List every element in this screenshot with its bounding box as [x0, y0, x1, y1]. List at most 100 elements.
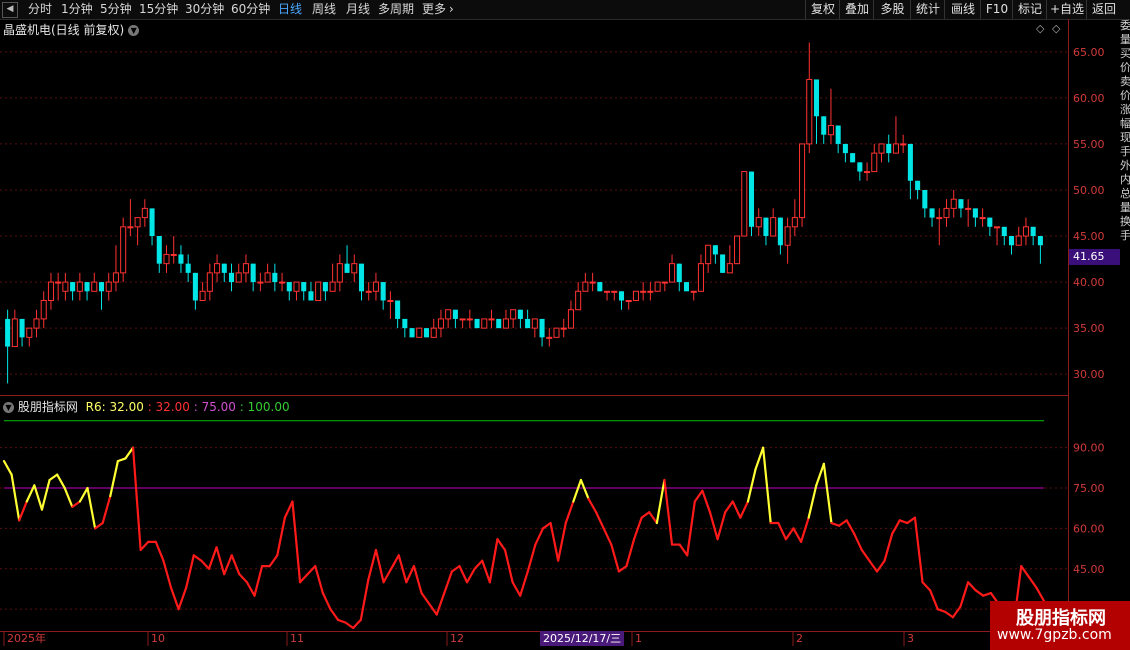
- r6-line-segment: [572, 478, 583, 503]
- chart-canvas: 30.00 35.00 40.00 45.00 50.00 55.00 60.00 65.00…: [0, 42, 1105, 646]
- candle-body: [496, 318, 502, 329]
- r6-line-segment: [936, 608, 947, 613]
- current-price-label: 41.65: [1069, 249, 1120, 265]
- candle-body: [409, 328, 415, 338]
- candle-body: [336, 263, 343, 283]
- candle-body: [26, 327, 33, 338]
- r6-line-segment: [602, 527, 613, 546]
- candle-body: [33, 318, 40, 329]
- r6-line-segment: [481, 559, 491, 584]
- candle-body: [850, 153, 856, 163]
- r6-line-segment: [519, 570, 529, 597]
- r6-line-segment: [640, 511, 651, 519]
- candle-body: [640, 290, 647, 293]
- candle-body: [105, 281, 112, 292]
- candle-body: [430, 327, 437, 338]
- candle-body: [697, 263, 704, 292]
- r6-line-segment: [435, 591, 446, 616]
- candle-body: [777, 217, 783, 246]
- candle-body: [705, 244, 712, 265]
- r6-line-segment: [663, 478, 674, 546]
- r6-line-segment: [974, 589, 985, 597]
- candle-body: [1022, 226, 1029, 237]
- candle-body: [308, 291, 314, 301]
- r6-line-segment: [1020, 564, 1030, 578]
- candle-body: [264, 272, 271, 283]
- candle-body: [806, 78, 813, 145]
- r6-line-segment: [291, 500, 302, 584]
- candle-body: [791, 217, 798, 228]
- candle-body: [315, 281, 322, 302]
- r6-line-segment: [245, 581, 256, 597]
- r6-line-segment: [131, 446, 142, 552]
- r6-line-segment: [625, 538, 636, 568]
- candle-body: [437, 318, 444, 329]
- candle-body: [466, 318, 473, 321]
- r6-line-segment: [526, 543, 537, 573]
- r6-line-segment: [306, 564, 317, 576]
- candle-body: [712, 245, 718, 255]
- candle-body: [293, 281, 300, 292]
- candle-body: [604, 290, 611, 293]
- candle-body: [286, 282, 292, 292]
- candle-body: [647, 290, 654, 293]
- candle-body: [821, 116, 827, 135]
- watermark-url: www.7gpzb.com: [997, 627, 1112, 643]
- candle-body: [185, 263, 191, 273]
- candle-body: [445, 309, 452, 320]
- r6-line-segment: [86, 486, 97, 530]
- candle-body: [322, 282, 328, 292]
- r6-line-segment: [185, 554, 195, 589]
- candle-body: [835, 125, 841, 144]
- price-axis-tick: 60.00: [1073, 92, 1105, 105]
- r6-line-segment: [693, 489, 704, 503]
- candle-body: [395, 300, 401, 319]
- r6-line-segment: [298, 573, 309, 584]
- r6-line-segment: [951, 605, 962, 619]
- candle-body: [575, 290, 582, 311]
- r6-line-segment: [207, 546, 218, 570]
- r6-line-segment: [754, 446, 765, 471]
- candle-body: [770, 217, 777, 237]
- candle-body: [459, 318, 466, 321]
- r6-line-segment: [56, 473, 66, 490]
- candle-body: [380, 282, 386, 301]
- candle-body: [199, 290, 206, 301]
- r6-line-segment: [913, 516, 924, 584]
- r6-line-segment: [283, 500, 294, 519]
- candle-body: [257, 281, 264, 284]
- r6-line-segment: [268, 554, 279, 568]
- candle-body: [632, 290, 639, 301]
- candle-body: [192, 272, 198, 301]
- r6-line-segment: [708, 511, 719, 541]
- candle-body: [19, 318, 25, 338]
- candle-body: [915, 180, 921, 190]
- r6-line-segment: [10, 473, 21, 522]
- r6-line-segment: [898, 519, 909, 525]
- r6-line-segment: [822, 462, 833, 525]
- r6-line-segment: [321, 591, 332, 611]
- candle-body: [481, 318, 488, 329]
- candle-body: [40, 300, 47, 320]
- candle-body: [134, 217, 141, 228]
- candle-body: [221, 263, 227, 273]
- candle-body: [755, 217, 762, 228]
- candle-body: [214, 263, 221, 274]
- r6-line-segment: [101, 495, 112, 525]
- candle-body: [402, 318, 408, 329]
- candle-body: [358, 263, 365, 292]
- r6-line-segment: [443, 570, 453, 595]
- candle-body: [892, 143, 899, 154]
- candle-body: [965, 207, 972, 210]
- r6-line-segment: [746, 468, 757, 503]
- r6-line-segment: [511, 581, 522, 597]
- r6-line-segment: [71, 500, 82, 508]
- candle-body: [517, 309, 523, 319]
- candle-body: [560, 327, 567, 330]
- candle-body: [922, 189, 928, 209]
- price-axis-tick: 55.00: [1073, 138, 1105, 151]
- r6-line-segment: [329, 608, 340, 622]
- candle-body: [1030, 226, 1036, 237]
- r6-line-segment: [610, 543, 620, 573]
- price-axis-tick: 35.00: [1073, 322, 1105, 335]
